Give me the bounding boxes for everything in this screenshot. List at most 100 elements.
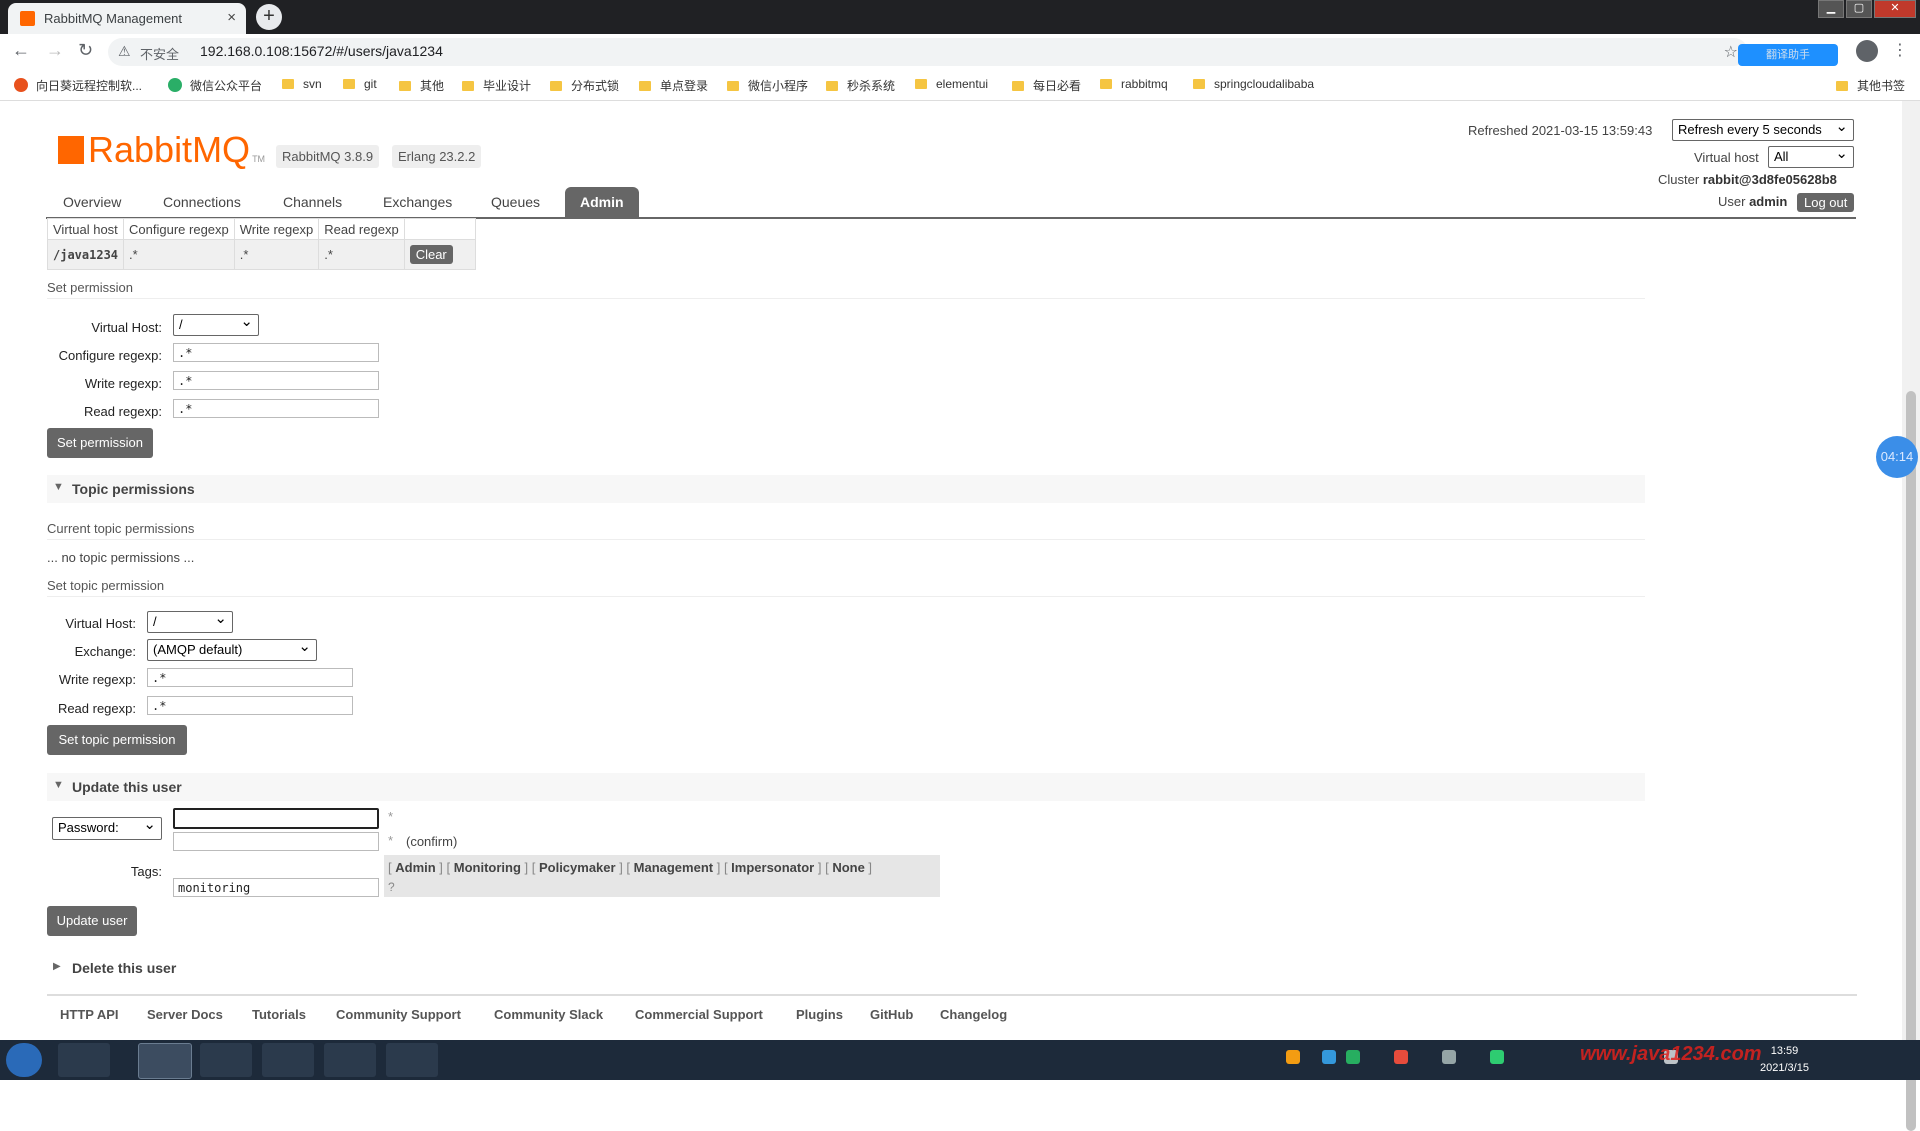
other-bookmarks[interactable]: 其他书签 [1836, 77, 1905, 94]
tab-exchanges[interactable]: Exchanges [368, 187, 467, 217]
address-bar[interactable]: ⚠ 不安全 192.168.0.108:15672/#/users/java12… [108, 38, 1748, 66]
set-permission-button[interactable]: Set permission [47, 428, 153, 458]
recording-timer[interactable]: 04:14 [1876, 436, 1918, 478]
section-title[interactable]: Update this user [72, 779, 182, 795]
browser-menu-icon[interactable]: ⋮ [1892, 40, 1908, 60]
footer-link-http-api[interactable]: HTTP API [60, 1007, 119, 1022]
footer-link-plugins[interactable]: Plugins [796, 1007, 843, 1022]
footer-link-community-support[interactable]: Community Support [336, 1007, 461, 1022]
refresh-interval-select[interactable]: Refresh every 5 seconds [1672, 117, 1854, 141]
tray-icon[interactable] [1394, 1050, 1408, 1064]
tags-input[interactable]: monitoring [173, 878, 379, 897]
update-user-section[interactable]: ▼ Update this user [47, 773, 1645, 801]
chrome-icon[interactable] [138, 1043, 192, 1079]
app-icon[interactable] [58, 1043, 110, 1077]
tab-overview[interactable]: Overview [48, 187, 136, 217]
rabbitmq-logo[interactable]: RabbitMQ TM [58, 129, 265, 171]
minimize-icon[interactable]: ▁ [1818, 0, 1844, 18]
footer-link-commercial-support[interactable]: Commercial Support [635, 1007, 763, 1022]
tab-queues[interactable]: Queues [476, 187, 555, 217]
tab-connections[interactable]: Connections [148, 187, 256, 217]
tab-channels[interactable]: Channels [268, 187, 357, 217]
bookmark-folder[interactable]: 秒杀系统 [826, 77, 895, 94]
taskbar-clock[interactable]: 13:59 2021/3/15 [1760, 1043, 1809, 1077]
tag-impersonator-link[interactable]: Impersonator [731, 860, 814, 875]
password-type-select[interactable]: Password: [52, 815, 162, 840]
scrollbar-thumb[interactable] [1906, 391, 1916, 1131]
footer-link-changelog[interactable]: Changelog [940, 1007, 1007, 1022]
expand-triangle-icon[interactable]: ▶ [53, 961, 61, 972]
close-tab-icon[interactable]: × [227, 9, 236, 26]
password-confirm-input[interactable] [173, 832, 379, 851]
security-label[interactable]: 不安全 [140, 44, 179, 63]
bookmark-folder[interactable]: elementui [915, 77, 988, 91]
maximize-icon[interactable]: ▢ [1846, 0, 1872, 18]
bookmark-folder[interactable]: 毕业设计 [462, 77, 531, 94]
configure-regexp-input[interactable]: .* [173, 343, 379, 362]
topic-vhost-select[interactable]: / [147, 609, 233, 633]
bookmark-folder[interactable]: 其他 [399, 77, 444, 94]
tray-icon[interactable] [1346, 1050, 1360, 1064]
read-regexp-input[interactable]: .* [173, 399, 379, 418]
tag-admin-link[interactable]: Admin [395, 860, 435, 875]
bookmark-folder[interactable]: springcloudalibaba [1193, 77, 1314, 91]
topic-read-regexp-input[interactable]: .* [147, 696, 353, 715]
bookmark-item[interactable]: 向日葵远程控制软... [14, 77, 142, 94]
browser-tab[interactable]: RabbitMQ Management × [8, 3, 246, 34]
section-title[interactable]: Delete this user [72, 960, 176, 976]
bookmark-item[interactable]: 微信公众平台 [168, 77, 262, 94]
reload-icon[interactable]: ↻ [78, 40, 93, 61]
back-icon[interactable]: ← [12, 40, 30, 61]
bookmark-folder[interactable]: 每日必看 [1012, 77, 1081, 94]
tab-admin[interactable]: Admin [565, 187, 639, 217]
tray-icon[interactable] [1322, 1050, 1336, 1064]
windows-start-icon[interactable] [6, 1043, 42, 1077]
logout-button[interactable]: Log out [1797, 193, 1855, 212]
bookmark-folder[interactable]: svn [282, 77, 322, 91]
footer-link-github[interactable]: GitHub [870, 1007, 913, 1022]
footer-link-community-slack[interactable]: Community Slack [494, 1007, 603, 1022]
forward-icon[interactable]: → [46, 40, 64, 61]
bookmark-folder[interactable]: git [343, 77, 377, 91]
help-icon[interactable]: ? [388, 880, 395, 894]
folder-app-icon[interactable] [262, 1043, 314, 1077]
topic-permissions-section[interactable]: ▼ Topic permissions [47, 475, 1645, 503]
new-tab-button[interactable]: + [256, 4, 282, 30]
qq-browser-icon[interactable] [200, 1043, 252, 1077]
page-scrollbar[interactable] [1902, 101, 1920, 1131]
bookmark-folder[interactable]: 微信小程序 [727, 77, 808, 94]
tag-policymaker-link[interactable]: Policymaker [539, 860, 616, 875]
profile-avatar-icon[interactable] [1856, 40, 1878, 62]
tray-icon[interactable] [1490, 1050, 1504, 1064]
tag-none-link[interactable]: None [832, 860, 865, 875]
tag-monitoring-link[interactable]: Monitoring [454, 860, 521, 875]
permission-vhost-select[interactable]: / [173, 312, 259, 336]
bookmark-star-icon[interactable]: ☆ [1724, 42, 1738, 62]
bookmark-folder[interactable]: rabbitmq [1100, 77, 1168, 91]
ide-icon[interactable] [324, 1043, 376, 1077]
footer-link-server-docs[interactable]: Server Docs [147, 1007, 223, 1022]
wechat-icon[interactable] [386, 1043, 438, 1077]
tray-icon[interactable] [1442, 1050, 1456, 1064]
tray-icon[interactable] [1286, 1050, 1300, 1064]
clear-permission-button[interactable]: Clear [409, 245, 453, 264]
bookmark-folder[interactable]: 单点登录 [639, 77, 708, 94]
exchange-select[interactable]: (AMQP default) [147, 637, 317, 661]
password-input[interactable] [173, 808, 379, 829]
topic-write-regexp-input[interactable]: .* [147, 668, 353, 687]
section-title[interactable]: Topic permissions [72, 481, 195, 497]
tag-management-link[interactable]: Management [634, 860, 713, 875]
virtual-host-select[interactable]: All [1768, 144, 1854, 168]
url-text[interactable]: 192.168.0.108:15672/#/users/java1234 [200, 43, 443, 59]
extension-button[interactable]: 翻译助手 [1738, 44, 1838, 66]
bookmark-folder[interactable]: 分布式锁 [550, 77, 619, 94]
collapse-triangle-icon[interactable]: ▼ [53, 779, 64, 791]
close-window-icon[interactable]: ✕ [1874, 0, 1916, 18]
update-user-button[interactable]: Update user [47, 906, 137, 936]
footer-link-tutorials[interactable]: Tutorials [252, 1007, 306, 1022]
warning-icon[interactable]: ⚠ [118, 43, 131, 60]
write-regexp-input[interactable]: .* [173, 371, 379, 390]
set-topic-permission-button[interactable]: Set topic permission [47, 725, 187, 755]
delete-user-section[interactable]: ▶ Delete this user [47, 954, 1645, 982]
collapse-triangle-icon[interactable]: ▼ [53, 481, 64, 493]
